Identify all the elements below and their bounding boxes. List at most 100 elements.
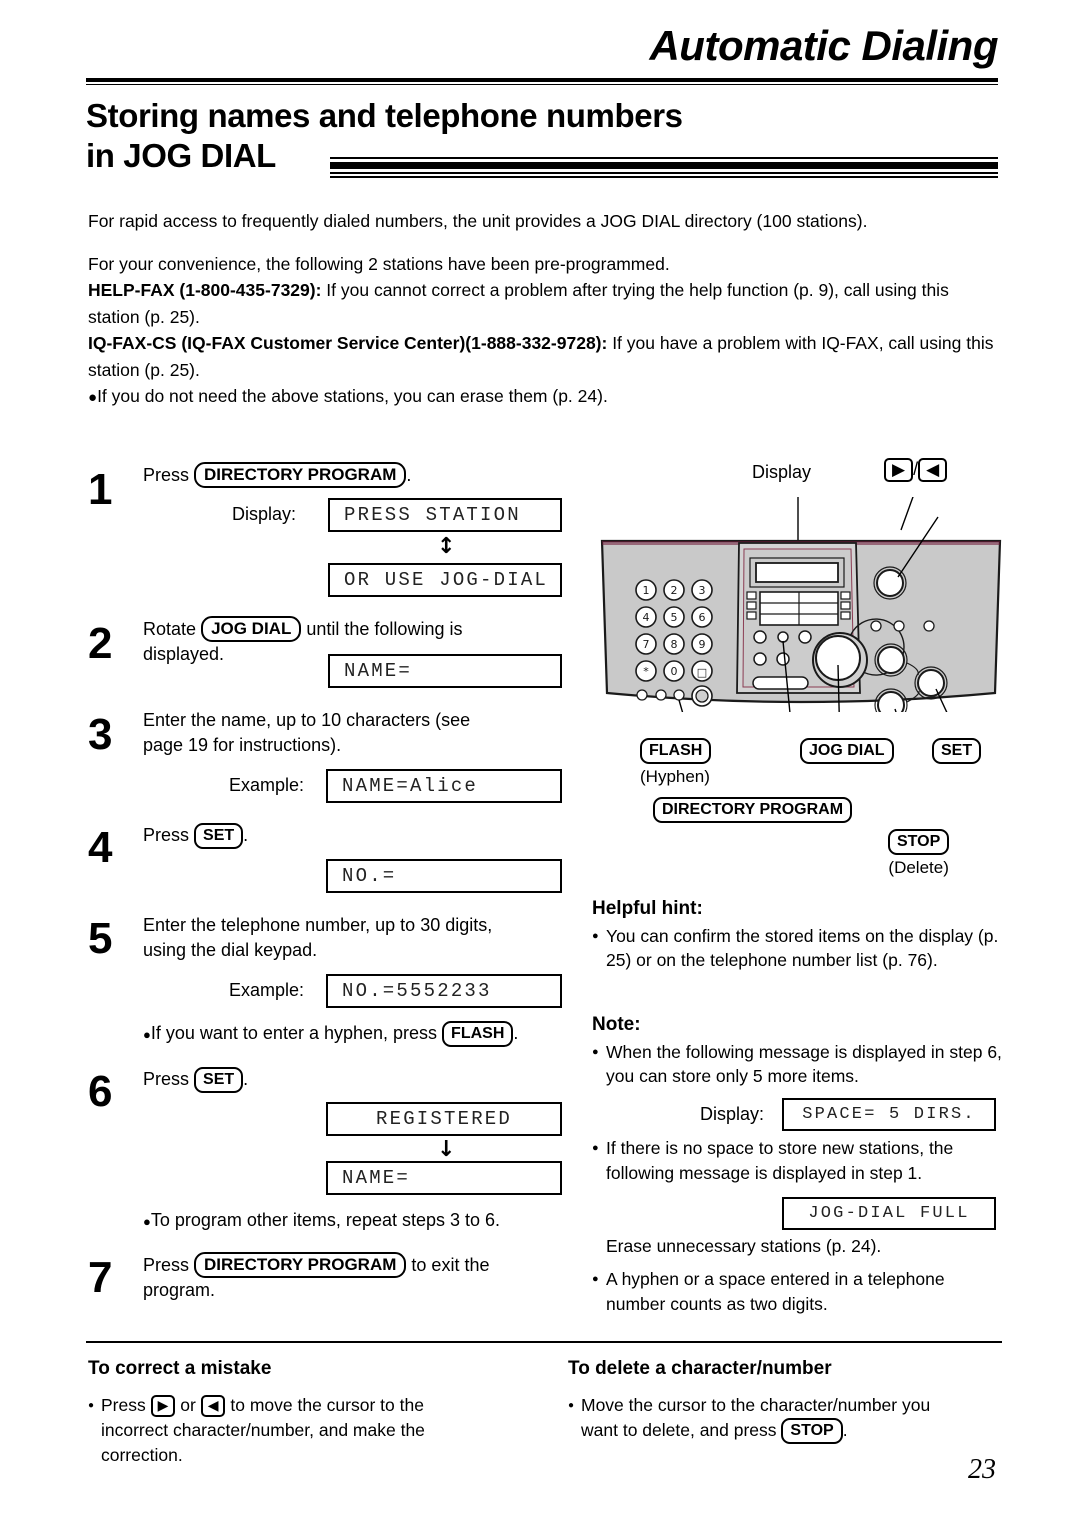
step-5-hyphen-bullet: ●If you want to enter a hyphen, press FL…: [143, 1021, 573, 1047]
step-4-press-word: Press: [143, 825, 189, 845]
step-2-tail-2: displayed.: [143, 644, 224, 664]
iqfax-paragraph: IQ-FAX-CS (IQ-FAX Customer Service Cente…: [88, 330, 1003, 383]
step-1-period: .: [406, 465, 411, 485]
svg-text:4: 4: [643, 611, 650, 624]
callout-set: SET: [932, 738, 981, 764]
delete-character-bullet: Move the cursor to the character/number …: [568, 1393, 1008, 1444]
lcd-name-empty-step2: NAME=: [328, 654, 562, 688]
step-5-hyphen-post: .: [513, 1023, 518, 1043]
step-6-press-word: Press: [143, 1069, 189, 1089]
jog-dial-key-callout[interactable]: JOG DIAL: [800, 738, 894, 764]
step-3-example-label: Example:: [229, 775, 304, 796]
bottom-divider: [86, 1341, 1002, 1343]
correct-mistake-or: or: [180, 1395, 196, 1415]
flash-sublabel: (Hyphen): [640, 767, 711, 787]
arrow-keys-label: ▶/◀: [884, 458, 947, 482]
callout-stop: STOP (Delete): [888, 829, 949, 878]
page-number: 23: [968, 1454, 996, 1486]
step-5-line-1: Enter the telephone number, up to 30 dig…: [143, 915, 492, 935]
correct-mistake-post-2: incorrect character/number, and make the: [101, 1420, 425, 1440]
callout-directory-program: DIRECTORY PROGRAM: [653, 797, 852, 823]
flash-key-callout[interactable]: FLASH: [640, 738, 711, 764]
lcd-jog-dial-full: JOG-DIAL FULL: [782, 1197, 996, 1230]
set-key-step4[interactable]: SET: [194, 823, 243, 849]
svg-text:1: 1: [643, 584, 650, 597]
correct-mistake-post-3: correction.: [101, 1445, 183, 1465]
lcd-or-use-jog-dial: OR USE JOG-DIAL: [328, 563, 562, 597]
step-4-number: 4: [88, 826, 112, 870]
lcd-name-empty-step6: NAME=: [326, 1161, 562, 1195]
jog-dial-key[interactable]: JOG DIAL: [201, 616, 301, 642]
correct-mistake-heading: To correct a mistake: [88, 1356, 558, 1381]
updown-arrow-icon: ↕: [437, 536, 455, 558]
set-key-callout[interactable]: SET: [932, 738, 981, 764]
intro-text: For rapid access to frequently dialed nu…: [88, 208, 1003, 412]
helpful-hint-section: Helpful hint: You can confirm the stored…: [592, 897, 1004, 973]
step-1-display-label: Display:: [232, 504, 296, 525]
delete-character-line-2-pre: want to delete, and press: [581, 1420, 777, 1440]
step-3-line-1: Enter the name, up to 10 characters (see: [143, 710, 470, 730]
svg-text:2: 2: [671, 584, 678, 597]
flash-key[interactable]: FLASH: [442, 1021, 513, 1047]
delete-character-line-1: Move the cursor to the character/number …: [581, 1395, 930, 1415]
stop-key[interactable]: STOP: [781, 1418, 842, 1444]
set-key-step6[interactable]: SET: [194, 1067, 243, 1093]
step-3-line-2: page 19 for instructions).: [143, 735, 341, 755]
bullet-dot-icon: ●: [143, 1027, 151, 1042]
iqfax-label: IQ-FAX-CS (IQ-FAX Customer Service Cente…: [88, 333, 607, 353]
arrow-right-icon[interactable]: ▶: [151, 1395, 176, 1417]
lcd-space-5-dirs: SPACE= 5 DIRS.: [782, 1098, 996, 1131]
stop-key-callout[interactable]: STOP: [888, 829, 949, 855]
lcd-registered: REGISTERED: [326, 1102, 562, 1136]
header-divider: [86, 78, 998, 85]
step-5-number: 5: [88, 917, 112, 961]
note-bullet-2-wrap: If there is no space to store new statio…: [592, 1136, 1004, 1185]
lcd-press-station: PRESS STATION: [328, 498, 562, 532]
step-2-tail-1: until the following is: [306, 619, 462, 639]
svg-text:9: 9: [699, 638, 706, 651]
step-2-rotate-word: Rotate: [143, 619, 196, 639]
intro-bullet-1: ●If you do not need the above stations, …: [88, 383, 1003, 412]
directory-program-key-step7[interactable]: DIRECTORY PROGRAM: [194, 1252, 406, 1278]
step-7-press-word: Press: [143, 1255, 189, 1275]
step-4-period: .: [243, 825, 248, 845]
chapter-title: Automatic Dialing: [649, 22, 998, 70]
step-6-text: Press SET.: [143, 1067, 573, 1093]
device-display-label: Display: [752, 462, 811, 483]
intro-paragraph-2: For your convenience, the following 2 st…: [88, 251, 1003, 278]
step-6-repeat-text: To program other items, repeat steps 3 t…: [151, 1210, 500, 1230]
directory-program-key[interactable]: DIRECTORY PROGRAM: [194, 462, 406, 488]
lcd-name-alice: NAME=Alice: [326, 769, 562, 803]
note-erase-text: Erase unnecessary stations (p. 24).: [592, 1234, 1004, 1259]
svg-text:*: *: [643, 665, 649, 678]
step-5-text: Enter the telephone number, up to 30 dig…: [143, 913, 583, 963]
helpfax-label: HELP-FAX (1-800-435-7329):: [88, 280, 321, 300]
manual-page: Automatic Dialing Storing names and tele…: [0, 0, 1080, 1526]
correct-mistake-post-1: to move the cursor to the: [230, 1395, 424, 1415]
arrow-right-icon: ▶: [884, 458, 913, 482]
directory-program-key-callout[interactable]: DIRECTORY PROGRAM: [653, 797, 852, 823]
note-bullet-2: If there is no space to store new statio…: [592, 1136, 1004, 1185]
svg-text:7: 7: [643, 638, 650, 651]
step-3-number: 3: [88, 713, 112, 757]
note-section: Note: When the following message is disp…: [592, 1013, 1004, 1089]
svg-text:8: 8: [671, 638, 678, 651]
title-decorative-rule: [330, 157, 998, 178]
svg-text:6: 6: [699, 611, 706, 624]
step-6-period: .: [243, 1069, 248, 1089]
svg-text:0: 0: [671, 665, 678, 678]
correct-mistake-section: To correct a mistake Press ▶ or ◀ to mov…: [88, 1356, 558, 1468]
step-7-text: Press DIRECTORY PROGRAM to exit the prog…: [143, 1252, 583, 1303]
bullet-dot-icon: ●: [143, 1214, 151, 1229]
step-6-repeat-bullet: ●To program other items, repeat steps 3 …: [143, 1208, 583, 1234]
correct-mistake-bullet: Press ▶ or ◀ to move the cursor to the i…: [88, 1393, 558, 1468]
svg-text:□: □: [697, 666, 707, 679]
intro-bullet-1-text: If you do not need the above stations, y…: [97, 386, 608, 406]
step-7-tail-2: program.: [143, 1280, 215, 1300]
step-5-line-2: using the dial keypad.: [143, 940, 317, 960]
intro-paragraph-1: For rapid access to frequently dialed nu…: [88, 208, 1003, 235]
helpful-hint-bullet-1: You can confirm the stored items on the …: [592, 924, 1004, 973]
svg-text:3: 3: [699, 584, 706, 597]
note-heading: Note:: [592, 1013, 1004, 1038]
arrow-left-icon[interactable]: ◀: [201, 1395, 226, 1417]
